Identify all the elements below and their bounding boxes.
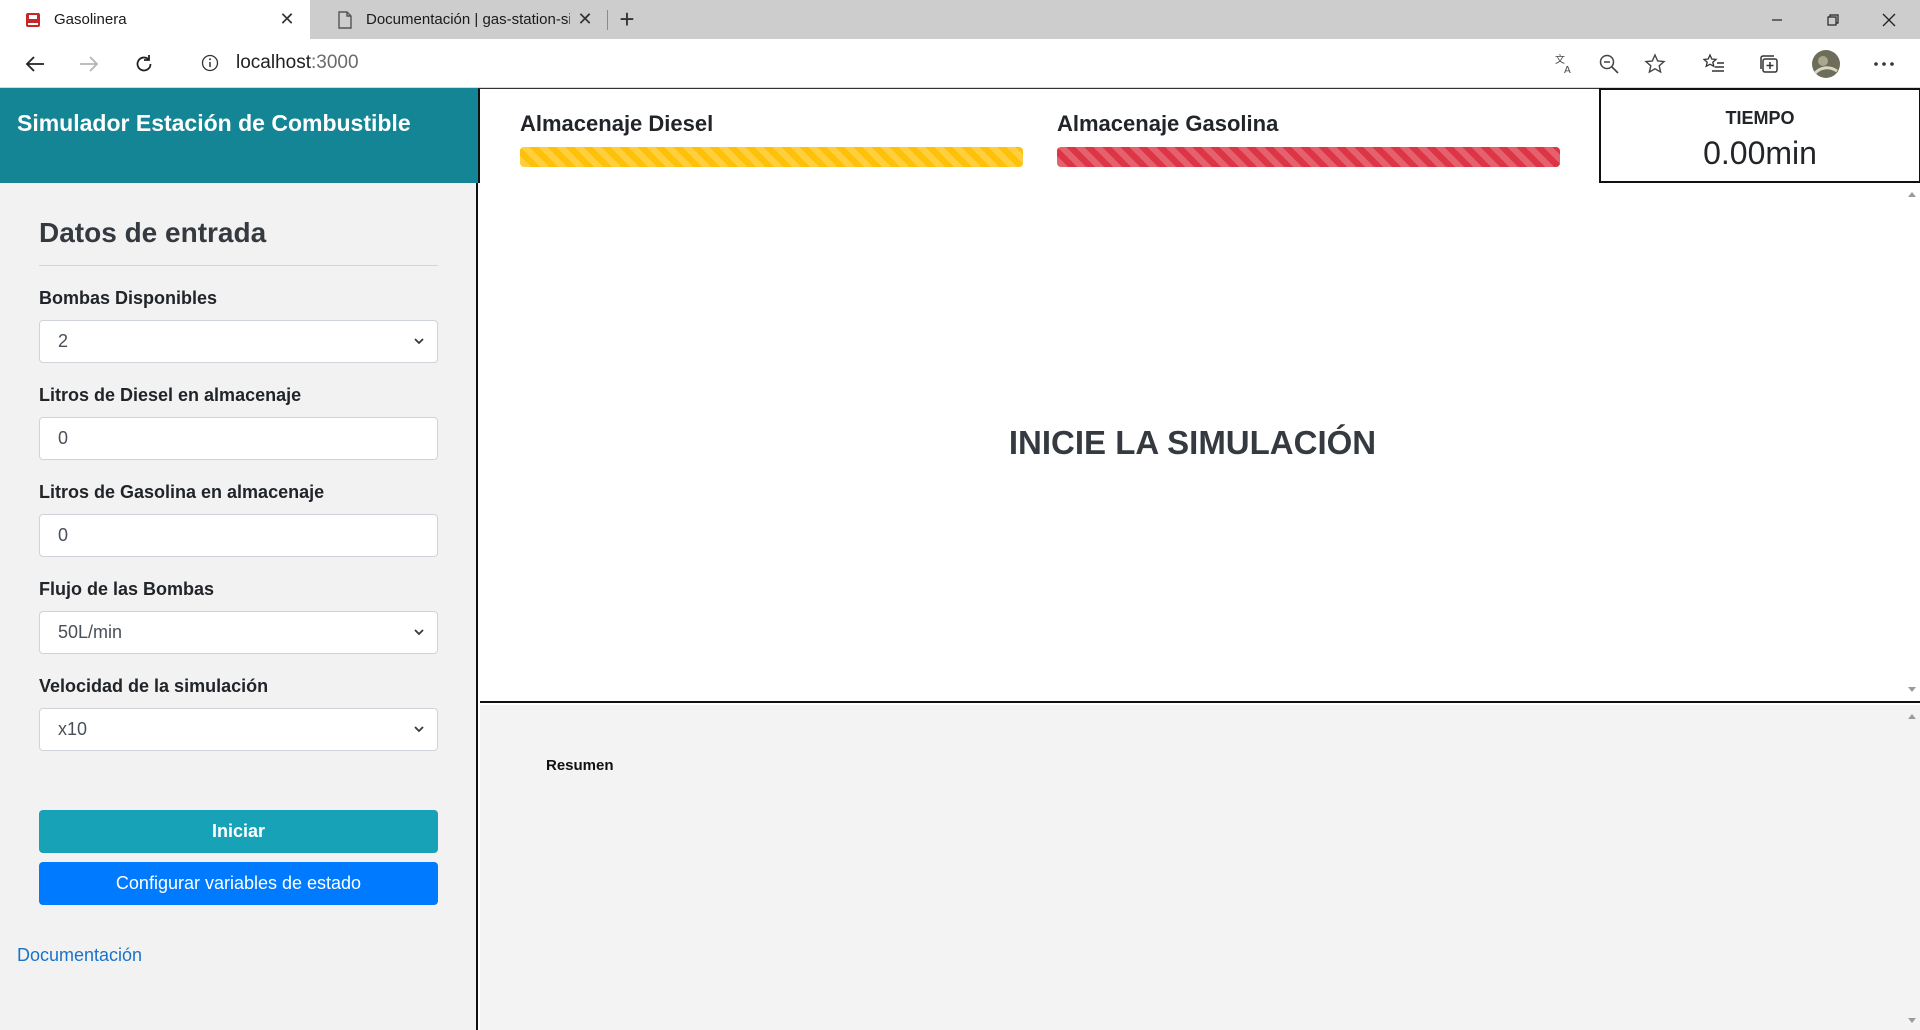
gas-storage-label: Almacenaje Gasolina — [1057, 111, 1279, 136]
forward-icon[interactable] — [67, 39, 111, 88]
diesel-storage: Almacenaje Diesel — [520, 111, 1023, 167]
url-port: :3000 — [311, 52, 359, 73]
close-icon[interactable]: ✕ — [272, 9, 302, 30]
gas-liters-label: Litros de Gasolina en almacenaje — [39, 482, 325, 502]
pumps-label: Bombas Disponibles — [39, 288, 218, 308]
tab-documentacion[interactable]: Documentación | gas-station-sim ✕ — [312, 0, 608, 39]
configure-state-button[interactable]: Configurar variables de estado — [39, 862, 438, 905]
zoom-out-icon[interactable] — [1587, 39, 1631, 88]
simulation-area: INICIE LA SIMULACIÓN — [480, 183, 1920, 703]
pumps-value: 2 — [58, 331, 69, 351]
gas-storage: Almacenaje Gasolina — [1057, 111, 1560, 167]
sidebar-title: Datos de entrada — [39, 217, 267, 248]
translate-icon[interactable]: 文A — [1542, 39, 1586, 88]
more-menu-icon[interactable] — [1862, 39, 1906, 88]
gas-pump-icon — [24, 11, 42, 29]
chevron-down-icon — [414, 338, 424, 345]
summary-panel: Resumen — [480, 705, 1920, 1030]
summary-title: Resumen — [546, 757, 614, 774]
info-icon[interactable] — [190, 54, 230, 72]
diesel-liters-value: 0 — [58, 428, 69, 448]
start-button[interactable]: Iniciar — [39, 810, 438, 853]
back-icon[interactable] — [13, 39, 57, 88]
restore-icon[interactable] — [1808, 0, 1858, 39]
tab-separator — [607, 10, 608, 30]
profile-avatar[interactable] — [1804, 39, 1848, 88]
start-simulation-message: INICIE LA SIMULACIÓN — [1008, 424, 1377, 461]
pump-flow-value: 50L/min — [58, 622, 123, 642]
diesel-liters-label: Litros de Diesel en almacenaje — [39, 385, 302, 405]
time-value: 0.00min — [1703, 135, 1817, 171]
tab-title: Documentación | gas-station-sim — [366, 11, 570, 28]
gas-liters-value: 0 — [58, 525, 69, 545]
favorites-list-icon[interactable] — [1692, 39, 1736, 88]
svg-text:A: A — [1564, 65, 1571, 75]
storage-panel: Almacenaje Diesel Almacenaje Gasolina — [478, 88, 1599, 183]
diesel-progress-bar — [520, 147, 1023, 167]
documentation-link[interactable]: Documentación — [17, 945, 142, 966]
refresh-icon[interactable] — [122, 39, 166, 88]
tab-title: Gasolinera — [54, 11, 127, 28]
time-panel: TIEMPO 0.00min — [1599, 88, 1920, 183]
sim-speed-label: Velocidad de la simulación — [39, 676, 269, 696]
gas-liters-input[interactable]: 0 — [39, 514, 438, 557]
minimize-icon[interactable] — [1752, 0, 1802, 39]
url-text: localhost:3000 — [236, 52, 359, 74]
sim-speed-value: x10 — [58, 719, 88, 739]
chevron-down-icon — [414, 629, 424, 636]
sim-speed-select[interactable]: x10 — [39, 708, 438, 751]
scroll-down-icon[interactable] — [1906, 1016, 1918, 1026]
tab-gasolinera[interactable]: Gasolinera ✕ — [0, 0, 310, 39]
favorite-star-icon[interactable] — [1633, 39, 1677, 88]
url-host: localhost — [236, 52, 311, 73]
address-bar: localhost:3000 文A — [0, 39, 1920, 88]
close-icon[interactable]: ✕ — [570, 9, 600, 30]
scroll-up-icon[interactable] — [1906, 711, 1918, 721]
collections-icon[interactable] — [1747, 39, 1791, 88]
pump-flow-label: Flujo de las Bombas — [39, 579, 215, 599]
divider — [39, 265, 438, 266]
diesel-storage-label: Almacenaje Diesel — [520, 111, 714, 136]
chevron-down-icon — [414, 726, 424, 733]
url-field[interactable]: localhost:3000 — [180, 44, 1690, 82]
pump-flow-select[interactable]: 50L/min — [39, 611, 438, 654]
document-icon — [336, 10, 354, 29]
input-sidebar: Datos de entrada Bombas Disponibles 2 Li… — [0, 183, 478, 1030]
app-brand: Simulador Estación de Combustible — [0, 88, 478, 183]
diesel-liters-input[interactable]: 0 — [39, 417, 438, 460]
scroll-up-icon[interactable] — [1906, 189, 1918, 199]
pumps-select[interactable]: 2 — [39, 320, 438, 363]
scroll-down-icon[interactable] — [1906, 685, 1918, 695]
app-root: Simulador Estación de Combustible Almace… — [0, 88, 1920, 1030]
time-label: TIEMPO — [1725, 108, 1795, 128]
close-window-icon[interactable] — [1864, 0, 1914, 39]
gas-progress-bar — [1057, 147, 1560, 167]
browser-tab-bar: Gasolinera ✕ Documentación | gas-station… — [0, 0, 1920, 39]
new-tab-button[interactable]: + — [612, 0, 642, 39]
